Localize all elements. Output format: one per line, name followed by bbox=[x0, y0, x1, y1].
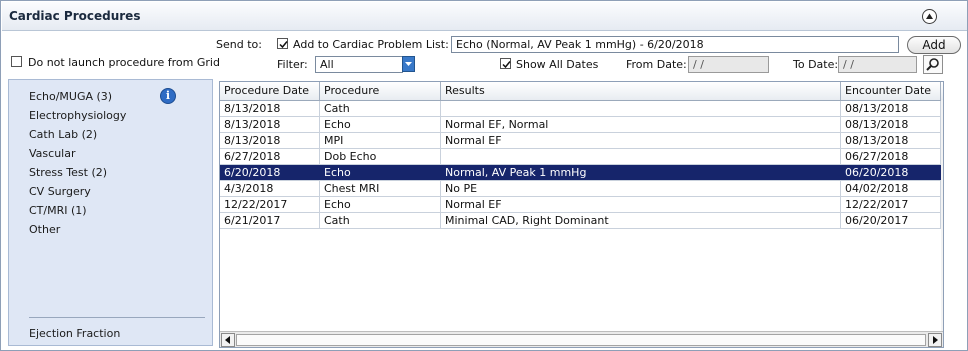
category-panel: Echo/MUGA (3) i Electrophysiology Cath L… bbox=[8, 79, 213, 346]
cell-results: No PE bbox=[441, 181, 841, 196]
column-header-results[interactable]: Results bbox=[441, 82, 841, 100]
cell-results: Minimal CAD, Right Dominant bbox=[441, 213, 841, 228]
category-vascular[interactable]: Vascular bbox=[29, 147, 75, 160]
filter-label: Filter: bbox=[277, 58, 308, 71]
scroll-thumb[interactable] bbox=[236, 334, 926, 346]
cell-procedure-date: 8/13/2018 bbox=[220, 117, 320, 132]
category-stress-test[interactable]: Stress Test (2) bbox=[29, 166, 107, 179]
scroll-right-button[interactable] bbox=[928, 333, 942, 347]
cell-encounter-date: 06/27/2018 bbox=[841, 149, 941, 164]
ejection-fraction-link[interactable]: Ejection Fraction bbox=[29, 327, 120, 340]
grid-header: Procedure Date Procedure Results Encount… bbox=[220, 82, 943, 101]
cell-procedure-date: 12/22/2017 bbox=[220, 197, 320, 212]
send-to-label: Send to: bbox=[216, 38, 262, 51]
table-row[interactable]: 12/22/2017 Echo Normal EF 12/22/2017 bbox=[220, 197, 943, 213]
cell-encounter-date: 12/22/2017 bbox=[841, 197, 941, 212]
cell-procedure: Chest MRI bbox=[320, 181, 441, 196]
no-launch-label: Do not launch procedure from Grid bbox=[28, 56, 220, 69]
from-date-label: From Date: bbox=[626, 58, 687, 71]
column-header-encounter-date[interactable]: Encounter Date bbox=[841, 82, 941, 100]
category-ct-mri[interactable]: CT/MRI (1) bbox=[29, 204, 87, 217]
cell-procedure: MPI bbox=[320, 133, 441, 148]
category-other[interactable]: Other bbox=[29, 223, 60, 236]
table-row[interactable]: 8/13/2018 Cath 08/13/2018 bbox=[220, 101, 943, 117]
column-header-procedure[interactable]: Procedure bbox=[320, 82, 441, 100]
add-to-problem-list-checkbox[interactable] bbox=[277, 38, 288, 49]
problem-list-text-field[interactable]: Echo (Normal, AV Peak 1 mmHg) - 6/20/201… bbox=[451, 36, 899, 53]
category-cath-lab[interactable]: Cath Lab (2) bbox=[29, 128, 97, 141]
vertical-scroll-track[interactable] bbox=[941, 100, 943, 331]
chevron-up-icon bbox=[926, 13, 933, 19]
arrow-right-icon bbox=[933, 336, 938, 344]
cell-results: Normal, AV Peak 1 mmHg bbox=[441, 165, 841, 180]
cell-procedure-date: 8/13/2018 bbox=[220, 101, 320, 116]
table-row[interactable]: 6/27/2018 Dob Echo 06/27/2018 bbox=[220, 149, 943, 165]
to-date-label: To Date: bbox=[793, 58, 839, 71]
from-date-field[interactable]: / / bbox=[688, 56, 769, 73]
cell-procedure: Dob Echo bbox=[320, 149, 441, 164]
filter-dropdown-button[interactable] bbox=[402, 56, 415, 72]
cell-procedure-date: 6/27/2018 bbox=[220, 149, 320, 164]
arrow-left-icon bbox=[225, 336, 230, 344]
cell-procedure: Cath bbox=[320, 213, 441, 228]
cell-encounter-date: 06/20/2017 bbox=[841, 213, 941, 228]
add-to-problem-list-label: Add to Cardiac Problem List: bbox=[293, 38, 449, 51]
table-row[interactable]: 8/13/2018 MPI Normal EF 08/13/2018 bbox=[220, 133, 943, 149]
table-row[interactable]: 6/21/2017 Cath Minimal CAD, Right Domina… bbox=[220, 213, 943, 229]
cell-results: Normal EF, Normal bbox=[441, 117, 841, 132]
cell-procedure-date: 4/3/2018 bbox=[220, 181, 320, 196]
cell-procedure: Echo bbox=[320, 165, 441, 180]
cell-procedure-date: 6/21/2017 bbox=[220, 213, 320, 228]
checkmark-icon bbox=[502, 61, 511, 69]
category-echo-muga[interactable]: Echo/MUGA (3) bbox=[29, 90, 112, 103]
no-launch-checkbox[interactable] bbox=[11, 56, 22, 67]
cell-procedure: Cath bbox=[320, 101, 441, 116]
cell-encounter-date: 08/13/2018 bbox=[841, 117, 941, 132]
filter-select[interactable]: All bbox=[315, 56, 403, 73]
checkmark-icon bbox=[279, 41, 288, 49]
search-button[interactable] bbox=[923, 55, 943, 74]
category-electrophysiology[interactable]: Electrophysiology bbox=[29, 109, 126, 122]
cell-results: Normal EF bbox=[441, 133, 841, 148]
cell-results bbox=[441, 149, 841, 164]
to-date-field[interactable]: / / bbox=[838, 56, 917, 73]
cell-results: Normal EF bbox=[441, 197, 841, 212]
table-row[interactable]: 8/13/2018 Echo Normal EF, Normal 08/13/2… bbox=[220, 117, 943, 133]
horizontal-scrollbar[interactable] bbox=[220, 331, 943, 347]
show-all-dates-label: Show All Dates bbox=[516, 58, 599, 71]
panel-title: Cardiac Procedures bbox=[9, 9, 141, 23]
collapse-button[interactable] bbox=[922, 9, 937, 24]
panel-header: Cardiac Procedures bbox=[2, 2, 967, 31]
cell-procedure-date: 8/13/2018 bbox=[220, 133, 320, 148]
scroll-left-button[interactable] bbox=[221, 333, 235, 347]
cell-encounter-date: 06/20/2018 bbox=[841, 165, 941, 180]
divider bbox=[29, 317, 205, 318]
cell-encounter-date: 08/13/2018 bbox=[841, 101, 941, 116]
column-header-procedure-date[interactable]: Procedure Date bbox=[220, 82, 320, 100]
category-cv-surgery[interactable]: CV Surgery bbox=[29, 185, 91, 198]
table-row-selected[interactable]: 6/20/2018 Echo Normal, AV Peak 1 mmHg 06… bbox=[220, 165, 943, 181]
cell-procedure: Echo bbox=[320, 197, 441, 212]
magnifier-icon bbox=[926, 58, 939, 71]
cardiac-procedures-window: Cardiac Procedures Send to: Add to Cardi… bbox=[0, 0, 968, 351]
add-button[interactable]: Add bbox=[907, 36, 961, 54]
info-icon[interactable]: i bbox=[160, 88, 176, 104]
chevron-down-icon bbox=[405, 62, 412, 66]
cell-results bbox=[441, 101, 841, 116]
procedures-grid: Procedure Date Procedure Results Encount… bbox=[219, 81, 944, 348]
show-all-dates-checkbox[interactable] bbox=[500, 58, 511, 69]
cell-procedure-date: 6/20/2018 bbox=[220, 165, 320, 180]
cell-encounter-date: 08/13/2018 bbox=[841, 133, 941, 148]
cell-encounter-date: 04/02/2018 bbox=[841, 181, 941, 196]
cell-procedure: Echo bbox=[320, 117, 441, 132]
table-row[interactable]: 4/3/2018 Chest MRI No PE 04/02/2018 bbox=[220, 181, 943, 197]
